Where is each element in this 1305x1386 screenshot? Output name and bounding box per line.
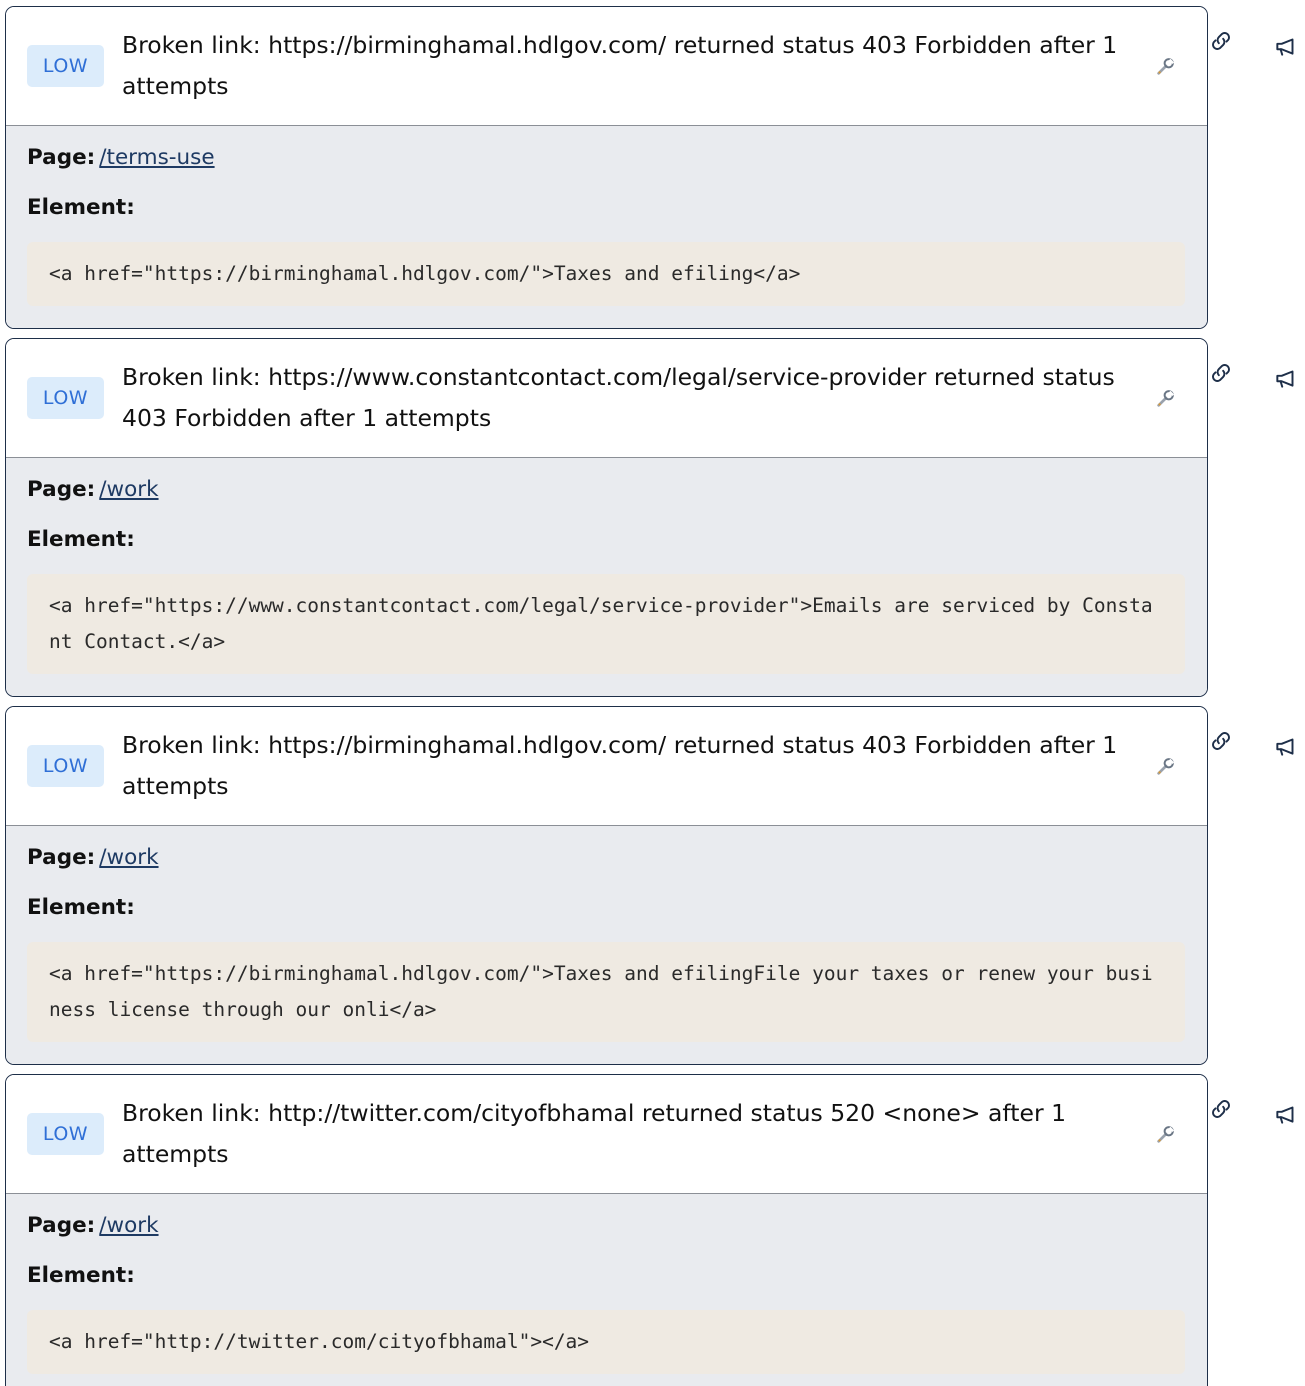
page-row: Page:/work: [27, 1210, 1185, 1242]
issue-body: Page:/work Element: <a href="https://bir…: [6, 826, 1207, 1064]
severity-badge: LOW: [27, 45, 104, 87]
issue-header: LOW Broken link: https://birminghamal.hd…: [6, 707, 1207, 826]
megaphone-icon[interactable]: [1273, 1101, 1299, 1127]
issue-card: LOW Broken link: https://www.constantcon…: [5, 338, 1294, 697]
page-label: Page:: [27, 845, 96, 870]
element-code: <a href="https://birminghamal.hdlgov.com…: [27, 942, 1185, 1042]
issue-card: LOW Broken link: https://birminghamal.hd…: [5, 6, 1294, 329]
issue-card: LOW Broken link: https://birminghamal.hd…: [5, 706, 1294, 1065]
element-label: Element:: [27, 1263, 135, 1288]
issue-body: Page:/work Element: <a href="http://twit…: [6, 1194, 1207, 1386]
issue-title: Broken link: https://www.constantcontact…: [122, 363, 1115, 432]
page-label: Page:: [27, 1213, 96, 1238]
element-row: Element:: [27, 892, 1185, 924]
issue-body: Page:/work Element: <a href="https://www…: [6, 458, 1207, 696]
page-label: Page:: [27, 145, 96, 170]
page-link[interactable]: /work: [99, 477, 158, 502]
severity-badge: LOW: [27, 377, 104, 419]
page-row: Page:/work: [27, 842, 1185, 874]
page-link[interactable]: /work: [99, 1213, 158, 1238]
severity-badge: LOW: [27, 1113, 104, 1155]
severity-badge: LOW: [27, 745, 104, 787]
issue-card-frame: LOW Broken link: https://birminghamal.hd…: [5, 706, 1208, 1065]
link-icon[interactable]: [1208, 28, 1234, 54]
issue-header: LOW Broken link: https://birminghamal.hd…: [6, 7, 1207, 126]
link-icon[interactable]: [1208, 360, 1234, 386]
wrench-icon[interactable]: [1155, 1123, 1177, 1145]
megaphone-icon[interactable]: [1273, 365, 1299, 391]
element-code: <a href="http://twitter.com/cityofbhamal…: [27, 1310, 1185, 1374]
issue-header: LOW Broken link: https://www.constantcon…: [6, 339, 1207, 458]
page-link[interactable]: /work: [99, 845, 158, 870]
issue-header: LOW Broken link: http://twitter.com/city…: [6, 1075, 1207, 1194]
issue-card: LOW Broken link: http://twitter.com/city…: [5, 1074, 1294, 1386]
issue-list: LOW Broken link: https://birminghamal.hd…: [0, 0, 1305, 1386]
element-code: <a href="https://www.constantcontact.com…: [27, 574, 1185, 674]
wrench-icon[interactable]: [1155, 55, 1177, 77]
page-link[interactable]: /terms-use: [99, 145, 214, 170]
link-icon[interactable]: [1208, 728, 1234, 754]
issue-title: Broken link: https://birminghamal.hdlgov…: [122, 731, 1118, 800]
element-label: Element:: [27, 895, 135, 920]
link-icon[interactable]: [1208, 1096, 1234, 1122]
element-row: Element:: [27, 1260, 1185, 1292]
issue-title: Broken link: https://birminghamal.hdlgov…: [122, 31, 1118, 100]
wrench-icon[interactable]: [1155, 387, 1177, 409]
element-code: <a href="https://birminghamal.hdlgov.com…: [27, 242, 1185, 306]
page-label: Page:: [27, 477, 96, 502]
issue-card-frame: LOW Broken link: http://twitter.com/city…: [5, 1074, 1208, 1386]
element-label: Element:: [27, 195, 135, 220]
megaphone-icon[interactable]: [1273, 733, 1299, 759]
issue-title: Broken link: http://twitter.com/cityofbh…: [122, 1099, 1067, 1168]
element-row: Element:: [27, 192, 1185, 224]
megaphone-icon[interactable]: [1273, 33, 1299, 59]
page-row: Page:/terms-use: [27, 142, 1185, 174]
issue-card-frame: LOW Broken link: https://www.constantcon…: [5, 338, 1208, 697]
element-row: Element:: [27, 524, 1185, 556]
wrench-icon[interactable]: [1155, 755, 1177, 777]
element-label: Element:: [27, 527, 135, 552]
page-row: Page:/work: [27, 474, 1185, 506]
issue-body: Page:/terms-use Element: <a href="https:…: [6, 126, 1207, 328]
issue-card-frame: LOW Broken link: https://birminghamal.hd…: [5, 6, 1208, 329]
